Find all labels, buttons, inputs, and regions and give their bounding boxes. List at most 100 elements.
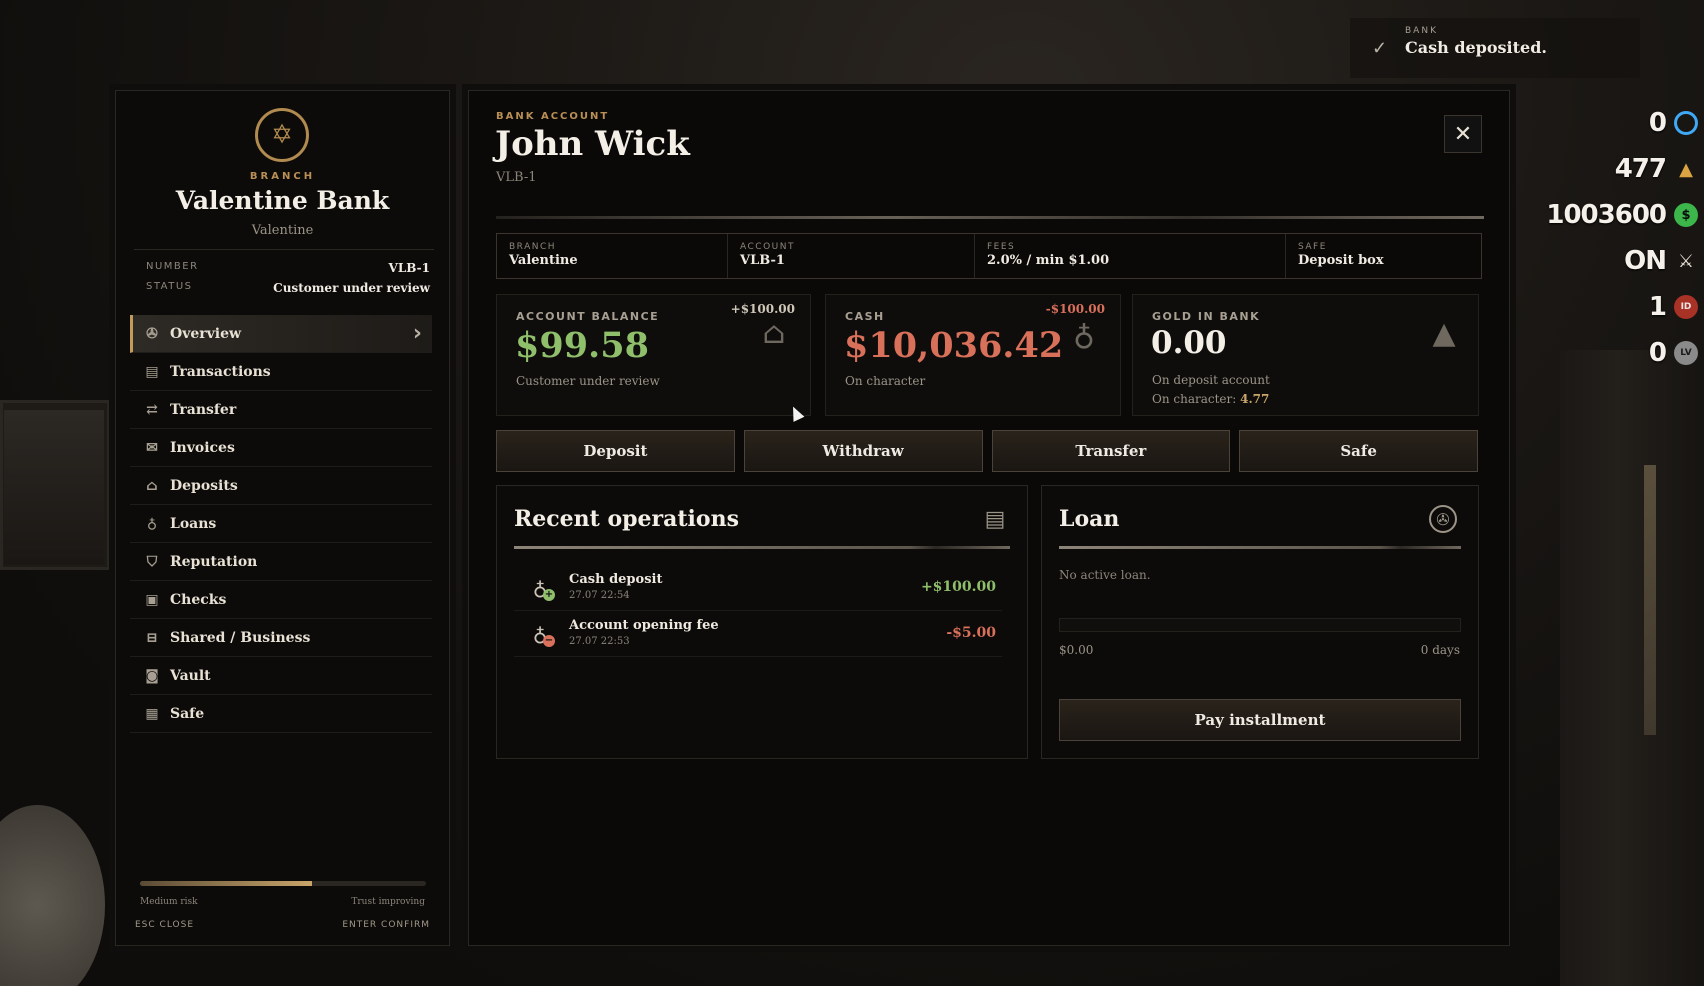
meta-number: NUMBER VLB-1 [140, 261, 430, 275]
hud-value: 0 [1648, 108, 1667, 138]
sidebar-item-shared-business[interactable]: ⊟ Shared / Business [130, 619, 432, 657]
meta-status: STATUS Customer under review [140, 281, 430, 295]
door-frame [1560, 350, 1704, 986]
door-light [1644, 465, 1656, 735]
loan-title: Loan [1059, 506, 1120, 532]
id-icon: ID [1674, 295, 1698, 319]
sidebar-item-vault[interactable]: ◙ Vault [130, 657, 432, 695]
cash-label: CASH [845, 310, 885, 323]
balance-label: ACCOUNT BALANCE [516, 310, 660, 323]
bank-icon: ⌂ [146, 477, 158, 494]
loan-days: 0 days [1420, 643, 1460, 657]
risk-bar [140, 881, 426, 886]
info-label: SAFE [1298, 242, 1327, 252]
gold-bars-icon: ▲ [1679, 158, 1693, 180]
transfer-button[interactable]: Transfer [991, 430, 1231, 472]
account-kicker: BANK ACCOUNT [496, 111, 610, 122]
hud-stats: 0 477 ▲ 1003600 $ ON ⚔ 1 ID 0 LV [1544, 100, 1704, 376]
operation-amount: -$5.00 [946, 625, 996, 641]
sidebar-item-reputation[interactable]: ⛉ Reputation [130, 543, 432, 581]
number-label: NUMBER [146, 261, 199, 272]
bank-city: Valentine [251, 223, 314, 238]
account-balance-card: ACCOUNT BALANCE +$100.00 $99.58 Customer… [496, 294, 811, 416]
risk-right-label: Trust improving [351, 897, 425, 907]
bank-sidebar: ✡ BRANCH Valentine Bank Valentine NUMBER… [115, 90, 450, 946]
vault-icon: ◙ [145, 667, 159, 684]
operation-title: Cash deposit [569, 572, 663, 587]
section-rule [514, 546, 1010, 549]
notification-kicker: BANK [1405, 26, 1438, 36]
notification-toast: ✓ BANK Cash deposited. [1350, 18, 1640, 78]
sidebar-item-label: Invoices [170, 439, 235, 456]
wall-portrait [4, 410, 104, 565]
money-bag-icon: ♁ [146, 515, 158, 532]
bank-emblem-icon: ✡ [255, 108, 309, 162]
ring-icon [1674, 111, 1698, 135]
info-value: Valentine [509, 253, 578, 268]
sidebar-item-label: Safe [170, 705, 205, 722]
sidebar-item-loans[interactable]: ♁ Loans [130, 505, 432, 543]
pay-installment-button[interactable]: Pay installment [1059, 699, 1461, 741]
sidebar-item-safe[interactable]: ▦ Safe [130, 695, 432, 733]
hint-confirm: ENTER CONFIRM [342, 920, 430, 930]
hud-value: 1 [1648, 292, 1667, 322]
sidebar-item-label: Transfer [170, 401, 237, 418]
sidebar-item-deposits[interactable]: ⌂ Deposits [130, 467, 432, 505]
info-label: ACCOUNT [740, 242, 795, 252]
checkmark-icon: ✓ [1372, 38, 1388, 59]
branch-kicker: BRANCH [249, 171, 316, 182]
account-number: VLB-1 [496, 170, 537, 185]
document-icon[interactable]: ▤ [981, 505, 1009, 533]
info-label: FEES [987, 242, 1016, 252]
deposit-button[interactable]: Deposit [496, 430, 735, 472]
cash-card: CASH -$100.00 $10,036.42 On character ♁ [825, 294, 1121, 416]
sidebar-item-transactions[interactable]: ▤ Transactions [130, 353, 432, 391]
sidebar-item-label: Transactions [170, 363, 271, 380]
section-rule [1059, 546, 1461, 549]
operation-title: Account opening fee [569, 618, 719, 633]
sidebar-item-invoices[interactable]: ✉ Invoices [130, 429, 432, 467]
hud-value: 1003600 [1546, 200, 1667, 230]
header-rule [496, 216, 1484, 219]
sidebar-item-checks[interactable]: ▣ Checks [130, 581, 432, 619]
shield-icon: ⛉ [146, 553, 158, 570]
loan-panel: Loan ✇ No active loan. $0.00 0 days Pay … [1041, 485, 1479, 759]
hud-row: 0 LV [1544, 330, 1704, 376]
info-fees: FEES 2.0% / min $1.00 [975, 234, 1286, 278]
recent-operations-title: Recent operations [514, 506, 739, 532]
loan-amount: $0.00 [1059, 643, 1094, 657]
cash-value: $10,036.42 [844, 325, 1064, 366]
bank-building-icon: ⌂ [762, 315, 786, 351]
list-item[interactable]: ♁ − Account opening fee 27.07 22:53 -$5.… [514, 611, 1002, 657]
compass-icon: ✇ [146, 325, 158, 342]
safe-button[interactable]: Safe [1239, 430, 1478, 472]
hud-value: 477 [1614, 154, 1667, 184]
hud-value: ON [1624, 246, 1667, 276]
gold-on-character-label: On character: [1152, 392, 1237, 406]
document-icon: ▤ [145, 363, 159, 380]
lv-icon: LV [1674, 341, 1698, 365]
briefcase-icon: ⊟ [146, 629, 158, 646]
safe-icon: ▦ [145, 705, 159, 722]
hud-row: 477 ▲ [1544, 146, 1704, 192]
gold-on-character: On character: 4.77 [1152, 392, 1269, 406]
sidebar-item-label: Shared / Business [170, 629, 311, 646]
gold-card: GOLD IN BANK 0.00 On deposit account On … [1132, 294, 1479, 416]
close-button[interactable]: ✕ [1444, 115, 1482, 153]
sidebar-item-label: Deposits [170, 477, 238, 494]
risk-left-label: Medium risk [140, 897, 198, 907]
sidebar-item-label: Overview [170, 325, 242, 342]
withdraw-button[interactable]: Withdraw [743, 430, 983, 472]
operation-amount: +$100.00 [920, 579, 996, 595]
balance-status: Customer under review [516, 374, 660, 388]
status-value: Customer under review [273, 281, 430, 295]
list-item[interactable]: ♁ + Cash deposit 27.07 22:54 +$100.00 [514, 565, 1002, 611]
notification-message: Cash deposited. [1405, 38, 1547, 57]
sidebar-item-transfer[interactable]: ⇄ Transfer [130, 391, 432, 429]
sidebar-item-overview[interactable]: ✇ Overview › [130, 315, 432, 353]
info-value: Deposit box [1298, 253, 1384, 268]
check-icon: ▣ [145, 591, 159, 608]
account-panel: BANK ACCOUNT John Wick VLB-1 ✕ BRANCH Va… [468, 90, 1510, 946]
status-label: STATUS [146, 281, 193, 292]
sidebar-item-label: Vault [170, 667, 211, 684]
